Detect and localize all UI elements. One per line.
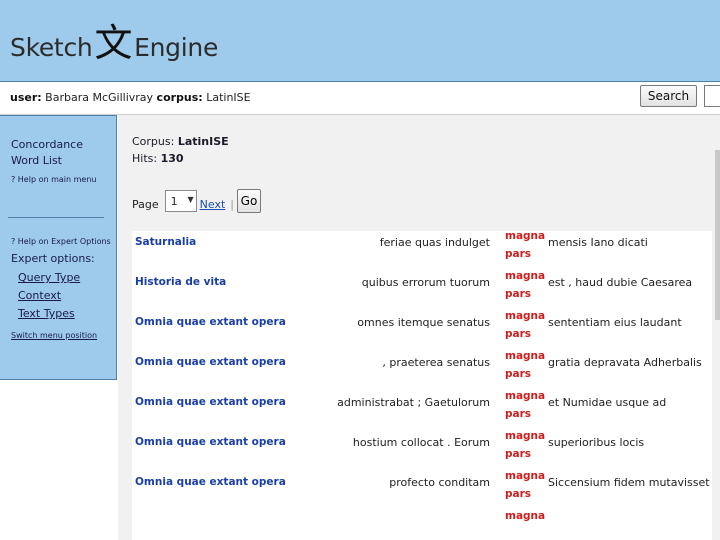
user-bar: user: Barbara McGillivray corpus: LatinI… (0, 82, 720, 115)
page-select-value: 1 (170, 194, 178, 208)
left-context: administrabat ; Gaetulorum (337, 396, 490, 409)
page-label: Page (132, 197, 159, 211)
main-content: Corpus: LatinISE Hits: 130 Page 1 ▼ Next… (118, 115, 720, 540)
sidebar-divider (8, 217, 104, 218)
corpus-info-name: LatinISE (177, 135, 229, 148)
logo-text-engine: Engine (134, 32, 219, 62)
result-reference[interactable]: Omnia quae extant opera (135, 476, 286, 488)
help-expert-options-link[interactable]: ? Help on Expert Options (11, 237, 111, 246)
kwic-word-2: pars (505, 408, 532, 420)
kwic-word-1: magna (505, 510, 546, 522)
left-context: profecto conditam (389, 476, 490, 489)
kwic-word-2: pars (505, 248, 532, 260)
keyword-in-context[interactable]: magna pars (505, 307, 545, 343)
table-row: Omnia quae extant opera profecto condita… (132, 470, 712, 511)
table-row: Omnia quae extant opera omnes itemque se… (132, 310, 712, 351)
table-row: Omnia quae extant opera hostium collocat… (132, 430, 712, 471)
left-context: , praeterea senatus (382, 356, 490, 369)
table-row: Omnia quae extant opera , praeterea sena… (132, 350, 712, 391)
user-label: user: (10, 91, 42, 104)
left-context: hostium collocat . Eorum (352, 436, 490, 449)
corpus-info-label: Corpus: (132, 135, 175, 148)
kwic-word-2: pars (505, 368, 532, 380)
right-context: est , haud dubie Caesarea (548, 276, 693, 289)
kwic-word-1: magna (505, 310, 546, 322)
search-input[interactable] (704, 85, 720, 107)
kwic-word-2: pars (505, 328, 532, 340)
search-button[interactable]: Search (640, 85, 697, 107)
pagination: Page 1 ▼ Next | Go (132, 188, 261, 214)
keyword-in-context[interactable]: magna pars (505, 267, 545, 303)
keyword-in-context[interactable]: magna pars (505, 231, 545, 263)
kwic-word-2: pars (505, 448, 532, 460)
sidebar-item-query-type[interactable]: Query Type (18, 271, 80, 284)
hits-count: 130 (160, 152, 184, 165)
keyword-in-context[interactable]: magna (505, 507, 545, 525)
result-reference[interactable]: Omnia quae extant opera (135, 316, 286, 328)
kwic-word-2: pars (505, 488, 532, 500)
corpus-label: corpus: (156, 91, 203, 104)
keyword-in-context[interactable]: magna pars (505, 467, 545, 503)
right-context: Siccensium fidem mutavisset (548, 476, 710, 489)
pager-separator: | (230, 197, 234, 211)
right-context: gratia depravata Adherbalis (548, 356, 702, 369)
logo-text-sketch: Sketch (10, 32, 93, 62)
kwic-word-1: magna (505, 270, 546, 282)
user-name: Barbara McGillivray (45, 91, 154, 104)
logo-glyph-icon: 文 (94, 21, 133, 65)
result-reference[interactable]: Historia de vita (135, 276, 226, 288)
help-main-menu-link[interactable]: ? Help on main menu (11, 175, 96, 184)
corpus-name: LatinISE (206, 91, 251, 104)
keyword-in-context[interactable]: magna pars (505, 427, 545, 463)
keyword-in-context[interactable]: magna pars (505, 347, 545, 383)
table-row: Historia de vita quibus errorum tuorum m… (132, 270, 712, 311)
keyword-in-context[interactable]: magna pars (505, 387, 545, 423)
page-select[interactable]: 1 ▼ (164, 190, 197, 212)
table-row: magna (132, 510, 712, 540)
sidebar: Concordance Word List ? Help on main men… (0, 115, 117, 380)
result-reference[interactable]: Saturnalia (135, 236, 196, 248)
left-context: quibus errorum tuorum (361, 276, 490, 289)
sidebar-item-context[interactable]: Context (18, 289, 61, 302)
result-reference[interactable]: Omnia quae extant opera (135, 436, 286, 448)
vertical-scrollbar[interactable] (715, 150, 720, 320)
kwic-word-1: magna (505, 470, 546, 482)
hits-info: Hits: 130 (132, 152, 184, 165)
table-row: Omnia quae extant opera administrabat ; … (132, 390, 712, 431)
expert-options-heading: Expert options: (11, 252, 95, 265)
switch-menu-position-link[interactable]: Switch menu position (11, 331, 97, 340)
left-context: omnes itemque senatus (357, 316, 490, 329)
result-reference[interactable]: Omnia quae extant opera (135, 356, 286, 368)
kwic-word-1: magna (505, 430, 546, 442)
kwic-word-1: magna (505, 390, 546, 402)
concordance-results: Saturnalia feriae quas indulget magna par… (132, 231, 712, 540)
table-row: Saturnalia feriae quas indulget magna par… (132, 231, 712, 271)
user-corpus-info: user: Barbara McGillivray corpus: LatinI… (10, 91, 251, 104)
right-context: sententiam eius laudant (548, 316, 682, 329)
kwic-word-1: magna (505, 350, 546, 362)
chevron-down-icon: ▼ (187, 195, 194, 204)
right-context: mensis Iano dicati (548, 236, 648, 249)
next-page-link[interactable]: Next (200, 192, 226, 211)
sidebar-item-concordance[interactable]: Concordance (11, 138, 83, 151)
sidebar-item-word-list[interactable]: Word List (11, 154, 62, 167)
right-context: superioribus locis (548, 436, 645, 449)
right-context: et Numidae usque ad (548, 396, 667, 409)
kwic-word-1: magna (505, 231, 546, 242)
left-context: feriae quas indulget (379, 236, 490, 249)
hits-label: Hits: (132, 152, 158, 165)
go-button[interactable]: Go (237, 189, 261, 213)
sidebar-item-text-types[interactable]: Text Types (18, 307, 75, 320)
kwic-word-2: pars (505, 288, 532, 300)
corpus-info: Corpus: LatinISE (132, 135, 229, 148)
result-reference[interactable]: Omnia quae extant opera (135, 396, 286, 408)
app-header: Sketch 文 Engine (0, 0, 720, 82)
sketch-engine-logo[interactable]: Sketch 文 Engine (10, 24, 219, 64)
